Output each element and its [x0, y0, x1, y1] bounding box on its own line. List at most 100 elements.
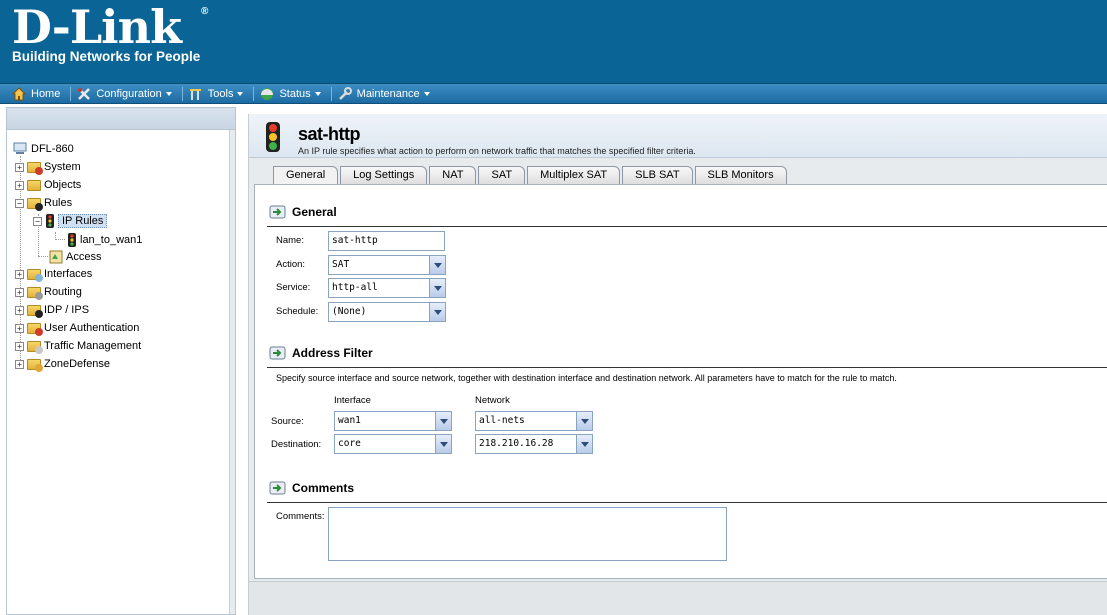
tab-general[interactable]: General	[273, 166, 339, 185]
folder-icon	[27, 304, 43, 318]
chevron-down-icon[interactable]	[429, 279, 445, 297]
tab-slb-sat[interactable]: SLB SAT	[622, 166, 693, 184]
tree-item-objects[interactable]: + Objects	[15, 178, 81, 192]
header-banner: D-Link ® Building Networks for People	[0, 0, 1107, 84]
destination-interface-value: core	[338, 438, 361, 449]
expand-icon[interactable]: +	[15, 287, 24, 297]
tab-bar: General Log Settings NAT SAT Multiplex S…	[273, 166, 789, 185]
form-card: General Name: sat-http Action: SAT Servi…	[254, 184, 1107, 579]
collapse-icon[interactable]: −	[15, 198, 24, 208]
logo-tagline: Building Networks for People	[12, 49, 201, 64]
tree-item-label: ZoneDefense	[44, 358, 111, 370]
tab-slb-monitors[interactable]: SLB Monitors	[694, 166, 787, 184]
service-select[interactable]: http-all	[328, 278, 446, 298]
tree-item-routing[interactable]: + Routing	[15, 285, 82, 300]
schedule-select[interactable]: (None)	[328, 302, 446, 322]
nav-home-label: Home	[31, 87, 61, 100]
section-address-filter-title: Address Filter	[269, 346, 373, 360]
nav-home[interactable]: Home	[8, 84, 68, 104]
tree-scrollbar[interactable]	[229, 130, 235, 614]
dlink-logo: D-Link ® Building Networks for People	[12, 0, 208, 64]
tree-item-interfaces[interactable]: + Interfaces	[15, 267, 93, 282]
expand-icon[interactable]: +	[15, 359, 24, 369]
source-interface-select[interactable]: wan1	[334, 411, 452, 431]
tree-item-system[interactable]: + System	[15, 160, 81, 175]
bottom-button-bar	[249, 581, 1107, 615]
tab-sat[interactable]: SAT	[478, 166, 526, 184]
action-select[interactable]: SAT	[328, 255, 446, 275]
chevron-down-icon[interactable]	[429, 256, 445, 274]
tab-log-settings[interactable]: Log Settings	[340, 166, 428, 184]
source-interface-value: wan1	[338, 415, 361, 426]
chevron-down-icon[interactable]	[435, 435, 451, 453]
tree-item-label: IDP / IPS	[44, 304, 90, 316]
tree-item-label: Rules	[44, 197, 73, 209]
expand-icon[interactable]: +	[15, 162, 24, 172]
section-general-title: General	[269, 205, 337, 219]
traffic-light-icon	[266, 122, 280, 152]
tree-panel-header	[7, 108, 235, 130]
source-network-select[interactable]: all-nets	[475, 411, 593, 431]
name-input[interactable]: sat-http	[328, 231, 445, 251]
comments-textarea[interactable]	[328, 507, 727, 561]
access-icon	[49, 250, 63, 264]
folder-icon	[27, 268, 43, 282]
destination-network-value: 218.210.16.28	[479, 438, 554, 449]
tree-item-device[interactable]: DFL-860	[13, 142, 74, 156]
page-title: sat-http	[298, 124, 361, 144]
logo-wordmark: D-Link	[12, 0, 182, 54]
configuration-icon	[78, 87, 91, 100]
folder-icon	[27, 358, 43, 372]
status-icon	[261, 87, 274, 100]
expand-icon[interactable]: +	[15, 180, 24, 190]
chevron-down-icon[interactable]	[576, 435, 592, 453]
nav-tools[interactable]: Tools	[185, 84, 252, 104]
tree-item-label: Interfaces	[44, 268, 93, 280]
section-comments-title: Comments	[269, 481, 354, 495]
tree-item-label: Access	[66, 251, 102, 263]
nav-maintenance-label: Maintenance	[356, 87, 420, 100]
section-arrow-icon	[269, 205, 286, 219]
expand-icon[interactable]: +	[15, 323, 24, 333]
destination-network-select[interactable]: 218.210.16.28	[475, 434, 593, 454]
chevron-down-icon	[314, 91, 321, 96]
destination-interface-select[interactable]: core	[334, 434, 452, 454]
folder-icon	[27, 161, 43, 175]
collapse-icon[interactable]: −	[33, 216, 42, 226]
page-header: sat-http An IP rule specifies what actio…	[249, 114, 1107, 158]
traffic-light-icon	[46, 214, 54, 228]
traffic-light-icon	[68, 233, 76, 247]
tree-item-idp-ips[interactable]: + IDP / IPS	[15, 303, 90, 318]
expand-icon[interactable]: +	[15, 305, 24, 315]
nav-maintenance[interactable]: Maintenance	[334, 84, 438, 104]
tab-nat[interactable]: NAT	[429, 166, 477, 184]
tab-multiplex-sat[interactable]: Multiplex SAT	[527, 166, 621, 184]
chevron-down-icon[interactable]	[429, 303, 445, 321]
tree-item-label: lan_to_wan1	[80, 234, 143, 246]
tree-item-label: Routing	[44, 286, 82, 298]
folder-icon	[27, 179, 41, 191]
section-general-label: General	[292, 205, 337, 219]
nav-configuration[interactable]: Configuration	[73, 84, 179, 104]
chevron-down-icon	[165, 91, 172, 96]
tree-item-zonedefense[interactable]: + ZoneDefense	[15, 357, 111, 372]
folder-icon	[27, 340, 43, 354]
navigation-tree-panel: DFL-860 + System + Objects − Rules − IP …	[6, 107, 236, 615]
rules-folder-icon	[27, 197, 43, 211]
tree-item-rules[interactable]: − Rules	[15, 196, 73, 211]
expand-icon[interactable]: +	[15, 269, 24, 279]
schedule-select-value: (None)	[332, 306, 367, 317]
nav-status[interactable]: Status	[256, 84, 328, 104]
tree-item-traffic-management[interactable]: + Traffic Management	[15, 339, 141, 354]
schedule-label: Schedule:	[276, 306, 319, 317]
expand-icon[interactable]: +	[15, 341, 24, 351]
tree-item-user-authentication[interactable]: + User Authentication	[15, 321, 139, 336]
tree-item-access[interactable]: Access	[49, 250, 101, 264]
tree-item-ip-rules[interactable]: − IP Rules	[33, 214, 108, 228]
name-label: Name:	[276, 235, 304, 246]
tree-item-lan-to-wan1[interactable]: lan_to_wan1	[67, 233, 142, 247]
section-divider	[267, 502, 1107, 503]
chevron-down-icon[interactable]	[435, 412, 451, 430]
chevron-down-icon[interactable]	[576, 412, 592, 430]
main-navigation: Home Configuration Tools Status Maintena…	[0, 84, 1107, 104]
